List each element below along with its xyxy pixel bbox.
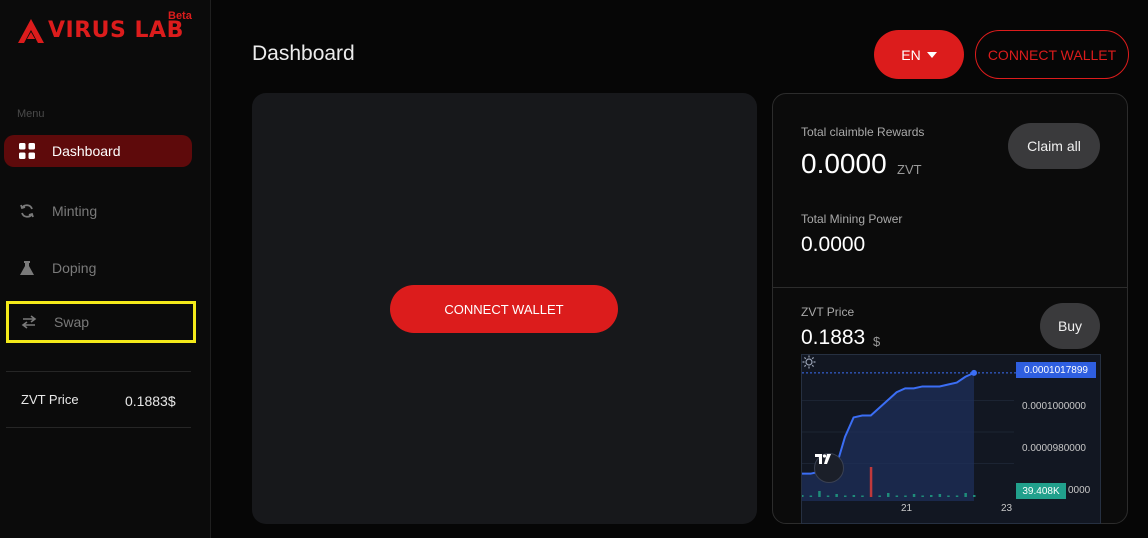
price-chart[interactable]: 0.0001017899 0.0001000000 0.0000980000 3… <box>801 354 1101 524</box>
volume-bar <box>852 495 856 497</box>
sidebar-item-doping[interactable]: Doping <box>4 252 192 284</box>
claimable-rewards-unit: ZVT <box>897 162 922 177</box>
buy-button[interactable]: Buy <box>1040 303 1100 349</box>
claim-all-button[interactable]: Claim all <box>1008 123 1100 169</box>
y-tick-label: 0.0000980000 <box>1022 443 1086 454</box>
sidebar-item-label: Doping <box>52 260 97 276</box>
sidebar-item-dashboard[interactable]: Dashboard <box>4 135 192 167</box>
sidebar-item-minting[interactable]: Minting <box>4 195 192 227</box>
volume-bar <box>938 494 942 497</box>
tradingview-logo-icon[interactable] <box>814 453 844 483</box>
volume-bar <box>878 495 881 497</box>
volume-bar <box>930 495 933 497</box>
volume-bar <box>895 495 899 497</box>
claimable-rewards-value: 0.0000 <box>801 148 887 179</box>
sidebar-price-value: 0.1883$ <box>125 393 176 409</box>
settings-gear-icon[interactable] <box>802 355 816 369</box>
volume-bar <box>802 495 804 497</box>
connect-wallet-header-button[interactable]: CONNECT WALLET <box>975 30 1129 79</box>
y-tick-label: 0.0001000000 <box>1022 401 1086 412</box>
grid-icon <box>17 141 37 161</box>
current-price-tag: 0.0001017899 <box>1016 362 1096 378</box>
divider <box>773 287 1127 288</box>
menu-label: Menu <box>17 108 45 120</box>
volume-bar <box>973 495 976 497</box>
beta-badge: Beta <box>168 10 192 22</box>
x-tick-label: 23 <box>1001 503 1013 514</box>
sidebar-item-label: Swap <box>54 314 90 330</box>
refresh-icon <box>17 201 37 221</box>
sidebar-item-label: Dashboard <box>52 143 121 159</box>
volume-bar <box>861 495 864 497</box>
sidebar-price-label: ZVT Price <box>21 392 79 407</box>
language-label: EN <box>901 46 921 63</box>
claimable-rewards-label: Total claimble Rewards <box>801 125 925 139</box>
brand-name: VIRUS LAB <box>48 17 184 43</box>
volume-bar <box>844 495 847 497</box>
volume-bar <box>818 491 821 497</box>
divider <box>6 427 191 428</box>
brand-logo[interactable]: VIRUS LAB Beta <box>16 10 192 48</box>
volume-tag: 39.408K <box>1016 483 1066 499</box>
divider <box>6 371 191 372</box>
rewards-panel: Total claimble Rewards 0.0000 ZVT Claim … <box>772 93 1128 524</box>
volume-bar <box>887 493 890 497</box>
page-title: Dashboard <box>252 42 355 65</box>
connect-wallet-button[interactable]: CONNECT WALLET <box>390 285 618 333</box>
virus-lab-logo-icon <box>18 19 44 43</box>
flask-icon <box>17 258 37 278</box>
caret-down-icon <box>926 51 937 58</box>
volume-bar <box>809 495 813 497</box>
zvt-price-unit: $ <box>873 334 881 349</box>
volume-bar <box>955 495 959 497</box>
mining-power-value: 0.0000 <box>801 233 866 256</box>
sidebar-item-label: Minting <box>52 203 98 219</box>
zvt-price-value: 0.1883 <box>801 326 866 349</box>
sidebar-item-swap[interactable]: Swap <box>6 301 196 343</box>
swap-icon <box>19 312 39 332</box>
volume-bar <box>904 495 907 497</box>
volume-bar <box>869 467 873 497</box>
language-select[interactable]: EN <box>874 30 964 79</box>
sidebar: VIRUS LAB Beta Menu Dashboard Minting Do… <box>0 0 211 538</box>
volume-bar <box>921 495 924 497</box>
volume-bar <box>964 493 967 497</box>
y-tick-label: 0000 <box>1068 485 1091 496</box>
last-price-point <box>971 369 977 376</box>
zvt-price-label: ZVT Price <box>801 305 855 319</box>
volume-bar <box>947 495 950 497</box>
mining-power-label: Total Mining Power <box>801 212 903 226</box>
main-panel: CONNECT WALLET <box>252 93 757 524</box>
x-tick-label: 21 <box>901 503 913 514</box>
volume-bar <box>835 494 838 497</box>
volume-bar <box>912 494 916 497</box>
volume-bar <box>826 495 830 497</box>
